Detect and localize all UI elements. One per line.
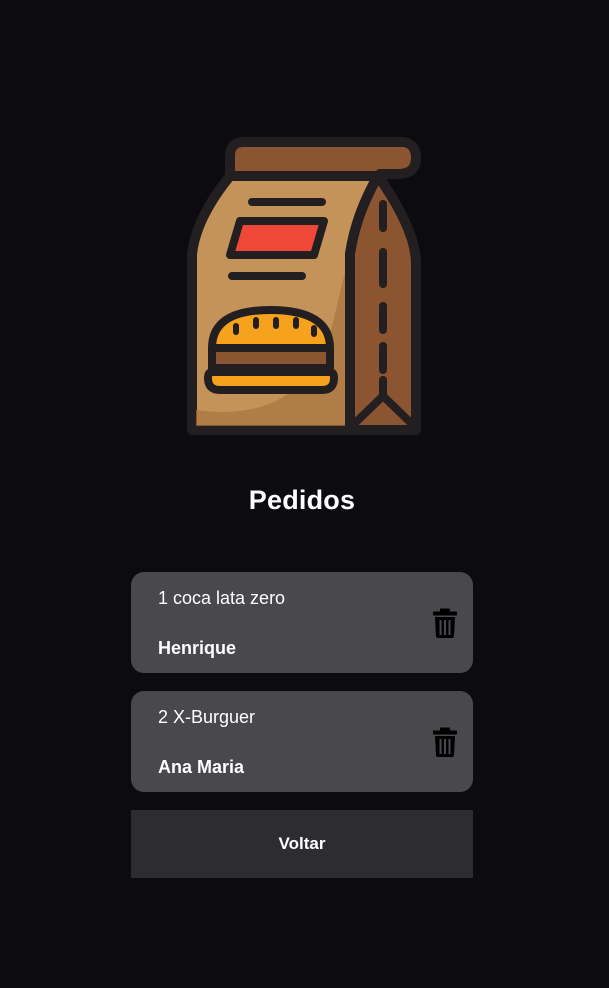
trash-icon[interactable]: [433, 608, 457, 638]
order-customer-name: Henrique: [158, 638, 237, 658]
trash-icon[interactable]: [433, 727, 457, 757]
page-title: Pedidos: [248, 485, 356, 515]
back-button[interactable]: Voltar: [131, 810, 473, 878]
order-card: 2 X-Burguer Ana Maria: [131, 691, 473, 792]
order-item-text: 1 coca lata zero: [158, 588, 286, 608]
food-bag-burger-icon: [187, 137, 421, 435]
order-customer-name: Ana Maria: [158, 757, 245, 777]
order-card: 1 coca lata zero Henrique: [131, 572, 473, 673]
order-item-text: 2 X-Burguer: [158, 707, 256, 727]
